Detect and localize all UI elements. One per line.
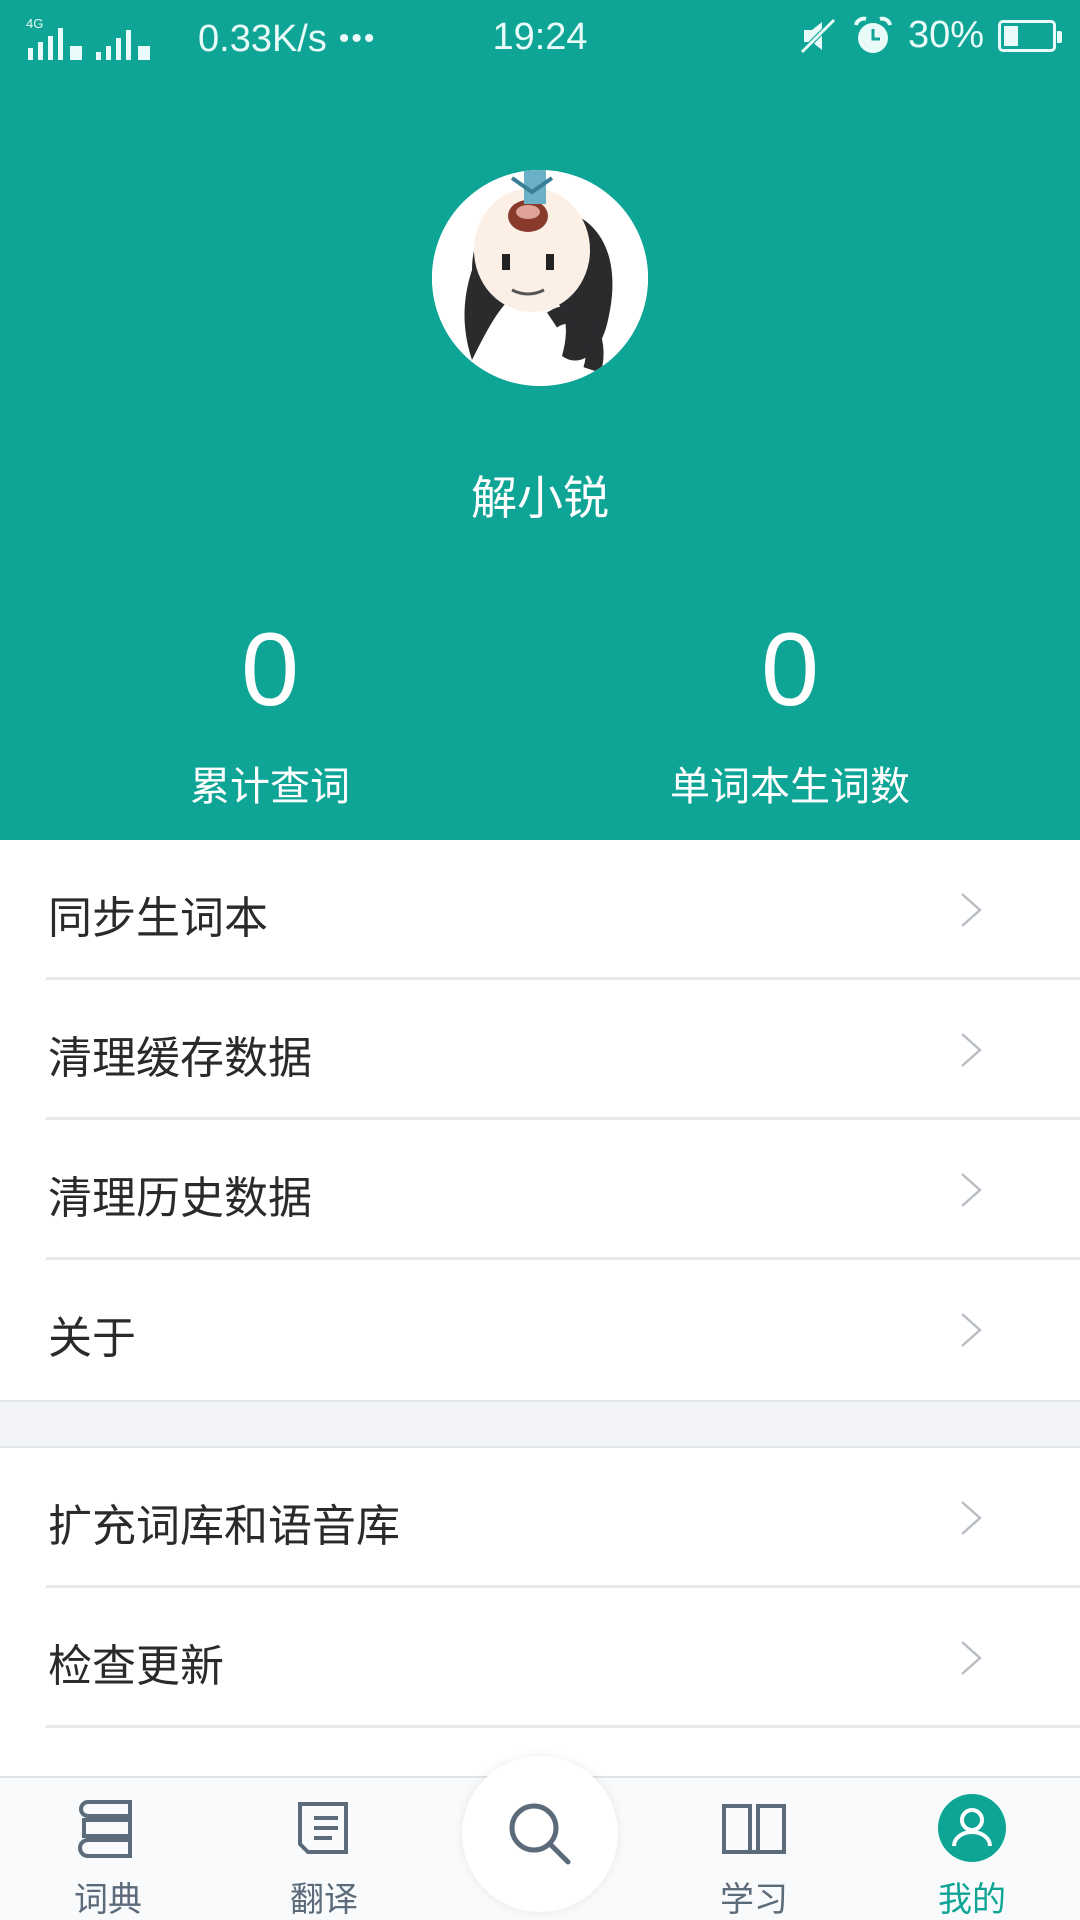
nav-dictionary[interactable]: 词典 [18,1788,198,1920]
profile-icon [938,1794,1006,1862]
menu-item-about[interactable]: 关于 [0,1260,1080,1400]
nav-translate[interactable]: 翻译 [234,1788,414,1920]
menu-item-check-update[interactable]: 检查更新 [0,1588,1080,1728]
nav-label: 翻译 [290,1880,358,1920]
chevron-right-icon [961,1173,982,1207]
dictionary-icon [78,1800,132,1858]
menu-item-label: 扩充词库和语音库 [48,1501,400,1552]
alarm-icon [853,16,892,53]
stat-label: 单词本生词数 [670,764,910,810]
stat-label: 累计查词 [190,764,350,810]
nav-label: 我的 [938,1880,1006,1920]
nav-study[interactable]: 学习 [664,1788,844,1920]
status-right: 30% [798,14,1062,57]
stat-value: 0 [761,612,819,728]
stat-lookup-count: 0 累计查词 [0,610,540,812]
username: 解小锐 [471,471,609,525]
nav-label: 学习 [720,1880,788,1920]
menu-item-sync-vocab[interactable]: 同步生词本 [0,840,1080,980]
divider [46,1725,1080,1728]
battery-percent: 30% [907,14,984,56]
nav-label: 词典 [74,1880,142,1920]
avatar[interactable] [432,170,648,386]
translate-icon [298,1802,348,1854]
chevron-right-icon [961,1501,982,1535]
menu-item-label: 清理缓存数据 [48,1033,312,1084]
chevron-right-icon [961,893,982,927]
menu-item-label: 清理历史数据 [48,1173,312,1224]
chevron-right-icon [961,1641,982,1675]
menu-item-expand-library[interactable]: 扩充词库和语音库 [0,1448,1080,1588]
battery-level [1004,25,1018,46]
settings-menu: 同步生词本 清理缓存数据 清理历史数据 关于 扩充词库和语音库 检查更新 [0,840,1080,1728]
profile-header: 4G 0.33K/s ••• 19:24 30% 解小锐 0 累计查词 0 单词… [0,0,1080,840]
section-gap [0,1400,1080,1448]
menu-item-clear-cache[interactable]: 清理缓存数据 [0,980,1080,1120]
menu-item-label: 同步生词本 [48,893,268,944]
avatar-illustration [432,170,648,386]
chevron-right-icon [961,1033,982,1067]
menu-item-clear-history[interactable]: 清理历史数据 [0,1120,1080,1260]
nav-mine[interactable]: 我的 [882,1788,1062,1920]
stat-value: 0 [241,612,299,728]
stat-vocab-count: 0 单词本生词数 [520,610,1060,812]
search-icon [509,1803,571,1865]
menu-item-label: 关于 [48,1313,136,1364]
book-icon [722,1804,786,1854]
battery-icon [998,19,1062,52]
mute-icon [800,17,836,54]
chevron-right-icon [961,1313,982,1347]
menu-item-label: 检查更新 [48,1641,224,1692]
status-bar: 4G 0.33K/s ••• 19:24 30% [0,0,1080,80]
nav-search-button[interactable] [462,1756,618,1912]
